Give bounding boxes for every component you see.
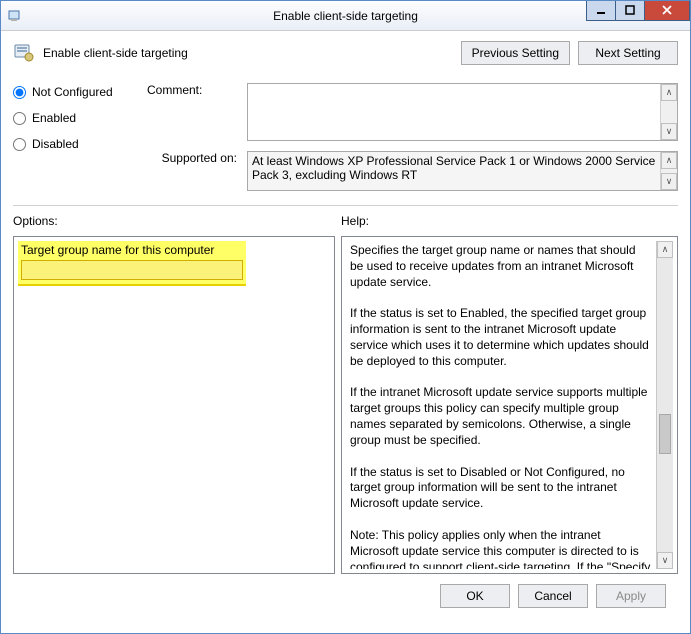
help-text: Specifies the target group name or names… <box>346 241 656 569</box>
title-bar[interactable]: Enable client-side targeting <box>1 1 690 31</box>
target-group-input[interactable] <box>21 260 243 280</box>
next-setting-button[interactable]: Next Setting <box>578 41 678 65</box>
supported-on-label: Supported on: <box>147 151 237 191</box>
scroll-up-icon[interactable]: ∧ <box>661 152 677 169</box>
radio-not-configured-label: Not Configured <box>32 85 113 99</box>
policy-title: Enable client-side targeting <box>43 46 453 60</box>
options-label: Options: <box>13 214 341 228</box>
radio-not-configured[interactable]: Not Configured <box>13 85 133 99</box>
comment-input[interactable] <box>248 84 660 140</box>
radio-disabled-input[interactable] <box>13 138 26 151</box>
options-highlight: Target group name for this computer <box>18 241 246 286</box>
options-panel: Target group name for this computer <box>13 236 335 574</box>
help-panel: Specifies the target group name or names… <box>341 236 678 574</box>
radio-enabled[interactable]: Enabled <box>13 111 133 125</box>
radio-not-configured-input[interactable] <box>13 86 26 99</box>
scroll-up-icon[interactable]: ∧ <box>657 241 673 258</box>
previous-setting-button[interactable]: Previous Setting <box>461 41 570 65</box>
scroll-up-icon[interactable]: ∧ <box>661 84 677 101</box>
radio-enabled-label: Enabled <box>32 111 76 125</box>
radio-enabled-input[interactable] <box>13 112 26 125</box>
help-scrollbar[interactable]: ∧ ∨ <box>656 241 673 569</box>
scroll-thumb[interactable] <box>659 414 671 454</box>
scroll-down-icon[interactable]: ∨ <box>661 173 677 190</box>
radio-disabled[interactable]: Disabled <box>13 137 133 151</box>
minimize-button[interactable] <box>586 1 616 21</box>
comment-label: Comment: <box>147 83 237 141</box>
supported-on-text <box>248 152 660 190</box>
maximize-button[interactable] <box>615 1 645 21</box>
radio-disabled-label: Disabled <box>32 137 79 151</box>
target-group-label: Target group name for this computer <box>21 243 243 260</box>
app-icon <box>7 8 23 24</box>
help-label: Help: <box>341 214 678 228</box>
divider <box>13 205 678 206</box>
supported-scrollbar[interactable]: ∧ ∨ <box>660 152 677 190</box>
scroll-down-icon[interactable]: ∨ <box>657 552 673 569</box>
scroll-down-icon[interactable]: ∨ <box>661 123 677 140</box>
ok-button[interactable]: OK <box>440 584 510 608</box>
apply-button[interactable]: Apply <box>596 584 666 608</box>
policy-icon <box>13 42 35 64</box>
cancel-button[interactable]: Cancel <box>518 584 588 608</box>
comment-scrollbar[interactable]: ∧ ∨ <box>660 84 677 140</box>
close-button[interactable] <box>644 1 690 21</box>
